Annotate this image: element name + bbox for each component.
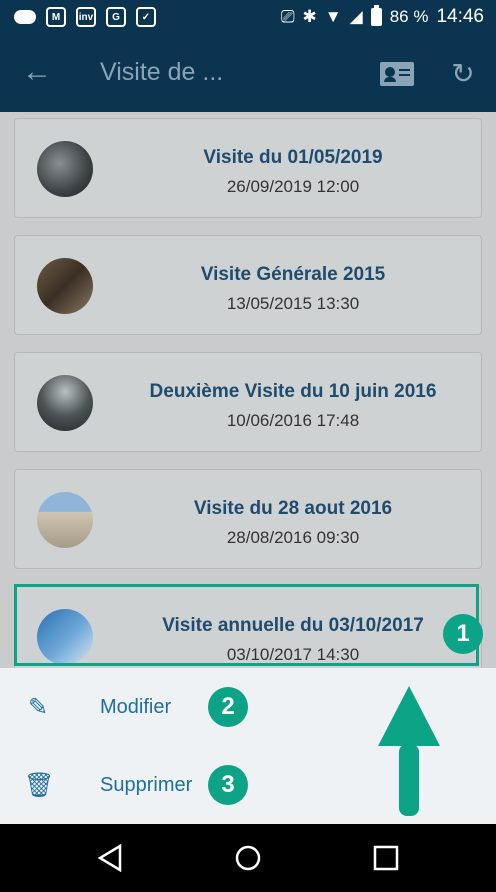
visit-title: Visite du 01/05/2019: [203, 147, 383, 168]
swipe-up-arrow-icon: [378, 686, 440, 816]
cloud-icon: [14, 10, 36, 24]
visit-datetime: 13/05/2015 13:30: [226, 294, 360, 313]
m-app-icon: M: [46, 7, 66, 27]
notification-icons: M inv G ✓: [14, 7, 156, 27]
inv-icon: inv: [76, 7, 96, 27]
cast-icon: ⎚: [280, 7, 295, 26]
modify-label: Modifier: [100, 696, 172, 718]
visit-datetime: 10/06/2016 17:48: [226, 411, 360, 430]
bluetooth-icon: ✱: [302, 7, 317, 26]
visit-photo: [37, 492, 93, 548]
refresh-icon[interactable]: ↻: [447, 58, 479, 90]
visit-photo: [37, 258, 93, 314]
visit-datetime: 28/08/2016 09:30: [226, 528, 360, 547]
callout-badge-3: 3: [208, 765, 248, 805]
signal-icon: ◢: [349, 7, 363, 26]
selection-highlight: [14, 584, 479, 666]
visit-photo: [37, 141, 93, 197]
battery-percent: 86 %: [389, 7, 429, 26]
app-bar: ← Visite de ... ↻: [0, 34, 496, 112]
nav-back-icon[interactable]: [94, 842, 126, 874]
battery-icon: [370, 5, 382, 26]
nav-home-icon[interactable]: [232, 842, 264, 874]
delete-label: Supprimer: [100, 774, 193, 796]
back-arrow-icon[interactable]: ←: [22, 56, 54, 88]
visit-photo: [37, 375, 93, 431]
visit-title: Deuxième Visite du 10 juin 2016: [149, 381, 437, 402]
trash-icon: 🗑: [24, 772, 55, 799]
list-item[interactable]: Deuxième Visite du 10 juin 2016 10/06/20…: [14, 352, 482, 452]
list-item[interactable]: Visite du 28 aout 2016 28/08/2016 09:30: [14, 469, 482, 569]
nav-recents-icon[interactable]: [370, 842, 402, 874]
visit-title: Visite du 28 aout 2016: [193, 498, 393, 519]
list-item[interactable]: Visite Générale 2015 13/05/2015 13:30: [14, 235, 482, 335]
callout-badge-1: 1: [443, 614, 483, 654]
system-nav-bar: [0, 824, 496, 892]
wifi-icon: ▼: [324, 7, 342, 26]
contact-card-icon[interactable]: [380, 62, 414, 86]
clock: 14:46: [436, 6, 484, 27]
check-app-icon: ✓: [136, 7, 156, 27]
visit-title: Visite Générale 2015: [200, 264, 386, 285]
callout-badge-2: 2: [208, 687, 248, 727]
g-app-icon: G: [106, 7, 126, 27]
visit-datetime: 26/09/2019 12:00: [226, 177, 360, 196]
pencil-icon: ✎: [27, 694, 49, 721]
status-bar: M inv G ✓ ⎚ ✱ ▼ ◢ 86 % 14:46: [0, 0, 496, 34]
page-title: Visite de ...: [100, 58, 224, 86]
list-item[interactable]: Visite du 01/05/2019 26/09/2019 12:00: [14, 118, 482, 218]
system-status: ⎚ ✱ ▼ ◢ 86 % 14:46: [280, 5, 484, 28]
